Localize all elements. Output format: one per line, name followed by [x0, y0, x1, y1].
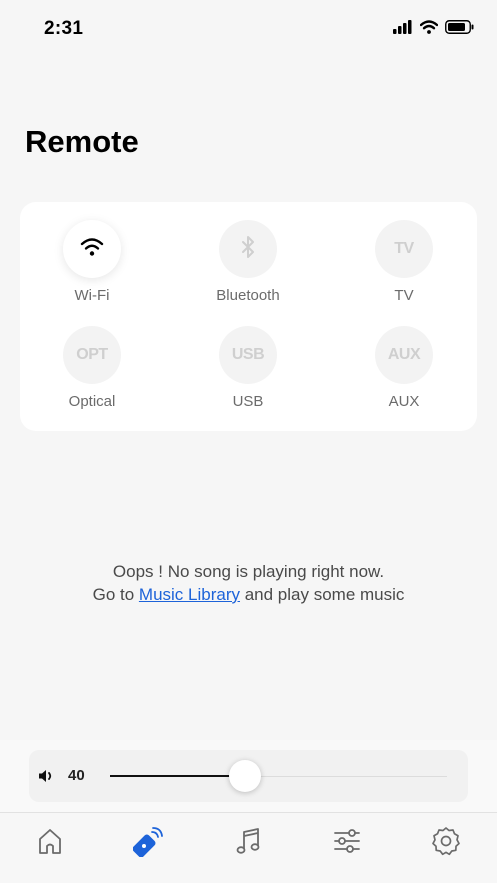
hint-prefix: Go to: [92, 585, 139, 604]
source-label: Bluetooth: [216, 287, 280, 304]
tab-music[interactable]: [228, 827, 268, 859]
volume-area: 40: [0, 740, 497, 812]
empty-state-message: Oops ! No song is playing right now.: [112, 562, 385, 581]
page-title: Remote: [25, 124, 139, 159]
volume-slider[interactable]: [110, 760, 447, 792]
empty-state: Oops ! No song is playing right now. Go …: [0, 560, 497, 606]
speaker-icon[interactable]: [38, 769, 54, 788]
source-tv[interactable]: TV TV: [344, 220, 464, 320]
usb-text-icon: USB: [219, 326, 277, 384]
remote-icon: [132, 825, 165, 862]
tab-remote[interactable]: [129, 825, 169, 862]
sliders-icon: [333, 827, 361, 860]
tv-text-icon: TV: [375, 220, 433, 278]
opt-text-icon: OPT: [63, 326, 121, 384]
tab-bar: [0, 812, 497, 883]
volume-value: 40: [68, 767, 85, 784]
gear-icon: [431, 826, 461, 861]
source-label: Optical: [68, 393, 116, 410]
aux-text-icon: AUX: [375, 326, 433, 384]
volume-fill: [110, 775, 245, 777]
source-label: AUX: [388, 393, 420, 410]
status-bar: 2:31: [0, 0, 497, 60]
music-library-link[interactable]: Music Library: [139, 585, 240, 604]
source-wifi-circle: [63, 220, 121, 278]
tab-settings[interactable]: [426, 826, 466, 861]
music-note-icon: [234, 826, 262, 861]
home-icon: [36, 827, 64, 860]
battery-icon: [445, 20, 475, 39]
source-optical[interactable]: OPT Optical: [32, 326, 152, 426]
empty-state-hint: Go to Music Library and play some music: [0, 583, 497, 606]
source-bluetooth[interactable]: Bluetooth: [188, 220, 308, 320]
status-icons: [393, 20, 475, 39]
source-label: Wi-Fi: [74, 287, 110, 304]
tab-equalizer[interactable]: [327, 827, 367, 859]
source-bluetooth-circle: [219, 220, 277, 278]
source-usb[interactable]: USB USB: [188, 326, 308, 426]
wifi-icon: [80, 237, 104, 262]
hint-suffix: and play some music: [240, 585, 405, 604]
remote-screen: 2:31 Remote Wi-Fi Bluetooth TV TV OPT Op…: [0, 0, 497, 883]
cellular-signal-icon: [393, 20, 413, 39]
tab-home[interactable]: [30, 827, 70, 859]
source-aux[interactable]: AUX AUX: [344, 326, 464, 426]
bluetooth-icon: [241, 235, 255, 264]
source-label: USB: [232, 393, 264, 410]
volume-thumb[interactable]: [228, 760, 261, 792]
wifi-icon: [419, 20, 439, 39]
volume-control: 40: [29, 750, 468, 802]
source-card: Wi-Fi Bluetooth TV TV OPT Optical USB US…: [20, 202, 477, 431]
source-label: TV: [394, 287, 414, 304]
status-time: 2:31: [44, 18, 84, 39]
source-wifi[interactable]: Wi-Fi: [32, 220, 152, 320]
